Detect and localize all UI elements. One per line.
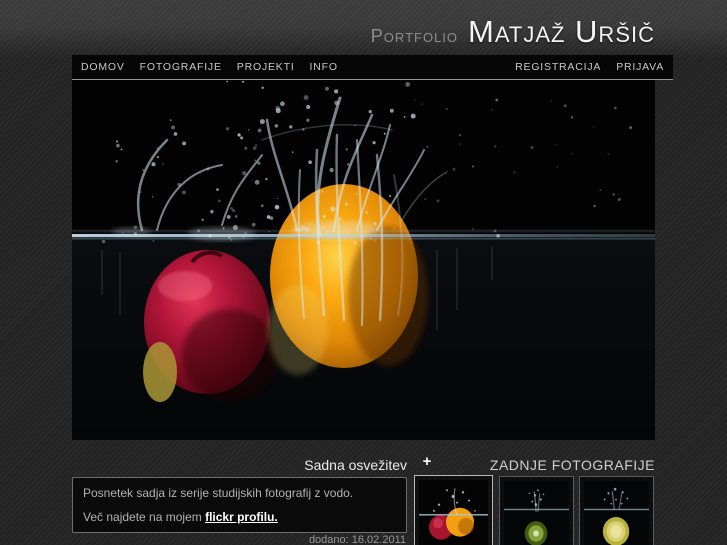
nav-item-info[interactable]: INFO <box>310 61 338 73</box>
portfolio-page: Portfolio Matjaž Uršič DOMOV FOTOGRAFIJE… <box>0 0 727 545</box>
thumbnail-lemon-splash[interactable] <box>579 476 654 545</box>
nav-item-fotografije[interactable]: FOTOGRAFIJE <box>140 61 222 73</box>
photo-description-box: Posnetek sadja iz serije studijskih foto… <box>72 477 407 533</box>
photo-title: Sadna osvežitev <box>304 457 407 473</box>
thumbnail-fruit-splash[interactable] <box>414 475 493 545</box>
photo-more-prefix: Več najdete na mojem <box>83 510 206 524</box>
flickr-profile-link[interactable]: flickr profilu. <box>205 510 278 524</box>
expand-plus-icon[interactable]: + <box>419 454 435 470</box>
photo-added-date: dodano: 16.02.2011 <box>308 534 406 545</box>
thumb-image-fruit-splash <box>419 480 488 545</box>
thumbnail-kiwi-splash[interactable] <box>499 476 574 545</box>
nav-item-domov[interactable]: DOMOV <box>81 61 125 73</box>
thumb-image-lemon-splash <box>584 481 649 545</box>
latest-photos-heading: ZADNJE FOTOGRAFIJE <box>489 457 655 473</box>
main-navbar: DOMOV FOTOGRAFIJE PROJEKTI INFO REGISTRA… <box>72 55 673 80</box>
nav-item-projekti[interactable]: PROJEKTI <box>237 61 295 73</box>
nav-left: DOMOV FOTOGRAFIJE PROJEKTI INFO <box>81 61 338 73</box>
brand-title: Matjaž Uršič <box>468 14 655 49</box>
brand-pretitle: Portfolio <box>370 26 459 46</box>
hero-image <box>72 80 655 440</box>
thumb-image-kiwi-splash <box>504 481 569 545</box>
nav-right: REGISTRACIJA PRIJAVA <box>515 61 664 73</box>
site-brand: Portfolio Matjaž Uršič <box>371 14 655 50</box>
photo-more-line: Več najdete na mojem flickr profilu. <box>83 510 396 525</box>
nav-item-registracija[interactable]: REGISTRACIJA <box>515 61 601 73</box>
nav-item-prijava[interactable]: PRIJAVA <box>616 61 664 73</box>
photo-description: Posnetek sadja iz serije studijskih foto… <box>83 486 354 500</box>
